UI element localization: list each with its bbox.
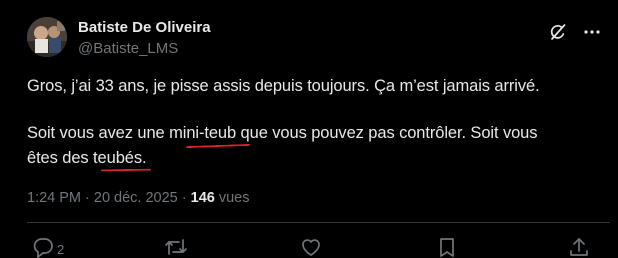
like-icon[interactable]	[300, 236, 322, 258]
underline-annotation-teubes	[100, 168, 152, 172]
post-meta: 1:24 PM · 20 déc. 2025 · 146 vues	[27, 190, 250, 206]
meta-separator-2: ·	[177, 190, 191, 206]
post-date[interactable]: 20 déc. 2025	[94, 190, 178, 206]
underline-annotation-mini-teub	[185, 143, 251, 149]
more-icon[interactable]	[582, 22, 602, 42]
post-text-line-1: Gros, j’ai 33 ans, je pisse assis depuis…	[27, 77, 540, 95]
post-time[interactable]: 1:24 PM	[27, 190, 81, 206]
author-name[interactable]: Batiste De Oliveira	[78, 19, 211, 36]
grok-icon[interactable]	[548, 22, 568, 42]
bookmark-icon[interactable]	[437, 236, 457, 258]
share-icon[interactable]	[568, 236, 590, 258]
avatar[interactable]	[27, 17, 67, 57]
author-handle[interactable]: @Batiste_LMS	[78, 40, 178, 57]
reply-icon[interactable]	[32, 236, 54, 258]
post-text-line-2: Soit vous avez une mini-teub que vous po…	[27, 124, 538, 142]
tweet: Batiste De Oliveira @Batiste_LMS Gros, j…	[0, 0, 610, 258]
meta-separator: ·	[81, 190, 94, 206]
views-label: vues	[214, 190, 250, 206]
retweet-icon[interactable]	[164, 236, 188, 258]
reply-count: 2	[57, 242, 65, 257]
views-count: 146	[190, 190, 215, 206]
divider	[27, 222, 610, 223]
post-text-line-3: êtes des teubés.	[27, 149, 147, 167]
